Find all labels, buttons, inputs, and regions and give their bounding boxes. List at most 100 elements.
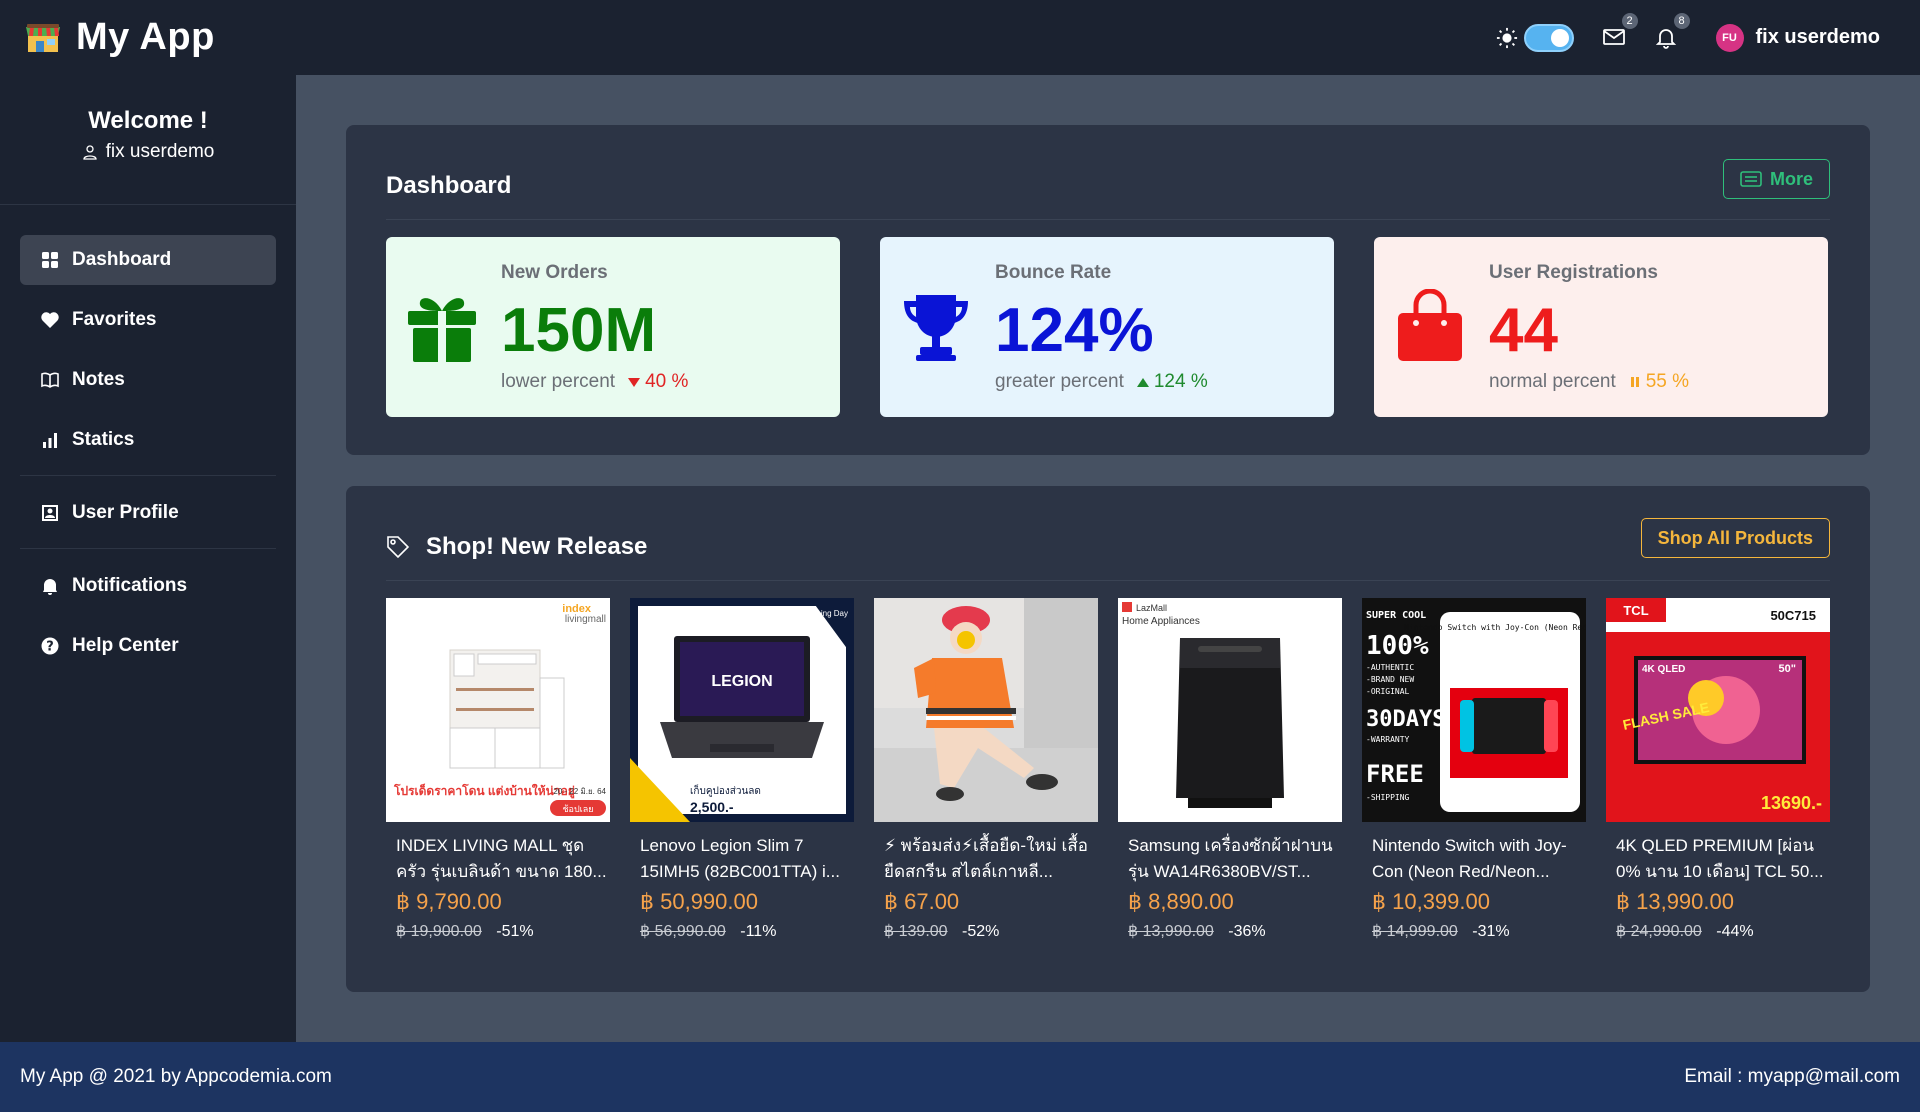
stat-change: 124 % — [1136, 371, 1208, 393]
product-old-price-row: ฿ 24,990.00 -44% — [1606, 921, 1830, 941]
product-card[interactable]: Intel Gaming Day LEGION เก็บคูปองส่วนลด … — [630, 598, 854, 941]
product-discount: -44% — [1716, 923, 1754, 940]
welcome-user: fix userdemo — [0, 141, 296, 163]
image-text-p2-event: Intel Gaming Day — [786, 609, 848, 618]
image-text-p6-brand: TCL — [1623, 603, 1648, 618]
stat-change: 40 % — [627, 371, 688, 393]
sidebar: Welcome ! fix userdemo Dashboard Favorit… — [0, 75, 296, 1042]
image-text-p6-badge: 4K QLED — [1642, 664, 1685, 675]
brand[interactable]: My App — [26, 16, 215, 59]
sidebar-item-notes[interactable]: Notes — [20, 355, 276, 405]
book-icon — [41, 372, 59, 388]
product-title: 4K QLED PREMIUM [ผ่อน 0% นาน 10 เดือน] T… — [1616, 836, 1824, 881]
avatar: FU — [1715, 23, 1744, 52]
image-text-p6-model: 50C715 — [1770, 608, 1816, 623]
product-price: ฿ 13,990.00 — [1616, 889, 1734, 914]
stat-card-user-registrations[interactable]: User Registrations 44 normal percent 55 … — [1374, 237, 1828, 417]
sidebar-item-label: Dashboard — [72, 249, 172, 270]
stat-cards: New Orders 150M lower percent 40 % Bounc… — [386, 237, 1828, 417]
stat-card-new-orders[interactable]: New Orders 150M lower percent 40 % — [386, 237, 840, 417]
envelope-icon — [1602, 28, 1625, 45]
caret-down-icon — [628, 378, 641, 387]
sidebar-item-dashboard[interactable]: Dashboard — [20, 235, 276, 285]
product-price: ฿ 10,399.00 — [1372, 889, 1490, 914]
user-icon — [82, 145, 97, 160]
image-text-p6-price: 13690.- — [1761, 793, 1822, 813]
product-discount: -36% — [1228, 923, 1266, 940]
product-card[interactable]: SUPER COOL 100% -AUTHENTIC -BRAND NEW -O… — [1362, 598, 1586, 941]
mail-count-badge: 2 — [1621, 12, 1638, 29]
footer-email[interactable]: Email : myapp@mail.com — [1684, 1066, 1900, 1088]
image-text-p5-box-title: Nintendo Switch with Joy-Con (Neon Red/B… — [1404, 623, 1586, 632]
sidebar-item-help-center[interactable]: ? Help Center — [20, 621, 276, 671]
sidebar-item-user-profile[interactable]: User Profile — [20, 488, 276, 538]
theme-toggle[interactable] — [1523, 23, 1574, 52]
sidebar-item-label: Favorites — [72, 309, 157, 330]
product-image-kitchen-cabinet[interactable]: index livingmall โปรเด็ดราคาโดน แต่งบ้าน… — [386, 598, 610, 822]
bell-icon — [1655, 28, 1676, 49]
image-text-p6-size: 50" — [1779, 663, 1796, 675]
stat-change: 55 % — [1628, 371, 1689, 393]
shop-all-products-button[interactable]: Shop All Products — [1640, 518, 1830, 558]
product-old-price: ฿ 19,900.00 — [396, 923, 482, 940]
image-text-p4-category: Home Appliances — [1122, 616, 1200, 627]
shop-header: Shop! New Release Shop All Products — [386, 518, 1830, 581]
store-icon — [26, 23, 60, 52]
product-old-price-row: ฿ 13,990.00 -36% — [1118, 921, 1342, 941]
user-menu[interactable]: FU fix userdemo — [1715, 23, 1880, 52]
notifications-button[interactable]: 8 — [1654, 12, 1690, 51]
product-card[interactable]: ⚡ พร้อมส่ง⚡เสื้อยืด-ใหม่ เสื้อยืดสกรีน ส… — [874, 598, 1098, 941]
sidebar-item-notifications[interactable]: Notifications — [20, 561, 276, 611]
shop-title: Shop! New Release — [386, 533, 647, 561]
product-card[interactable]: index livingmall โปรเด็ดราคาโดน แต่งบ้าน… — [386, 598, 610, 941]
product-old-price: ฿ 56,990.00 — [640, 923, 726, 940]
app-name: My App — [76, 16, 215, 58]
grid-icon — [42, 252, 58, 268]
product-card[interactable]: LazMall Home Appliances Samsung เครื่องซ… — [1118, 598, 1342, 941]
product-old-price-row: ฿ 14,999.00 -31% — [1362, 921, 1586, 941]
sidebar-item-label: Notes — [72, 369, 125, 390]
welcome-block: Welcome ! fix userdemo — [0, 75, 296, 205]
image-text-p1-cta: ช้อปเลย — [562, 804, 593, 814]
image-text-p5-line-8: -SHIPPING — [1366, 793, 1410, 802]
image-text-p5-line-2: -AUTHENTIC — [1366, 663, 1414, 672]
bell-icon — [43, 579, 57, 595]
user-card-icon — [42, 505, 58, 521]
product-image-game-console[interactable]: SUPER COOL 100% -AUTHENTIC -BRAND NEW -O… — [1362, 598, 1586, 822]
stat-footer: normal percent 55 % — [1489, 371, 1689, 393]
sun-icon — [1496, 27, 1517, 48]
more-button[interactable]: More — [1722, 159, 1830, 199]
pause-icon — [1630, 377, 1639, 387]
gift-icon — [408, 298, 476, 362]
stat-value: 44 — [1489, 296, 1558, 365]
stat-change-value: 124 % — [1153, 371, 1208, 392]
shop-title-text: Shop! New Release — [426, 533, 648, 560]
product-old-price: ฿ 139.00 — [884, 923, 948, 940]
stat-footer: greater percent 124 % — [995, 371, 1208, 393]
shopping-bag-icon — [1398, 289, 1462, 361]
product-list: index livingmall โปรเด็ดราคาโดน แต่งบ้าน… — [386, 598, 1830, 941]
stat-label: User Registrations — [1489, 262, 1658, 283]
sidebar-item-favorites[interactable]: Favorites — [20, 295, 276, 345]
nav-divider — [20, 475, 276, 476]
stat-caption: lower percent — [501, 371, 616, 392]
mail-button[interactable]: 2 — [1602, 12, 1638, 51]
image-text-p5-line-3: -BRAND NEW — [1366, 675, 1414, 684]
dashboard-title: Dashboard — [386, 172, 512, 199]
sidebar-item-label: Statics — [72, 429, 135, 450]
product-image-television[interactable]: TCL 50C715 4K QLED 50" FLASH SALE 13690.… — [1606, 598, 1830, 822]
stat-label: Bounce Rate — [995, 262, 1112, 283]
sidebar-item-label: Notifications — [72, 575, 188, 596]
product-title: Nintendo Switch with Joy-Con (Neon Red/N… — [1372, 836, 1567, 881]
image-text-p4-store: LazMall — [1136, 603, 1167, 613]
product-image-laptop[interactable]: Intel Gaming Day LEGION เก็บคูปองส่วนลด … — [630, 598, 854, 822]
stat-change-value: 40 % — [645, 371, 689, 392]
question-icon: ? — [41, 637, 59, 655]
sidebar-item-statics[interactable]: Statics — [20, 415, 276, 465]
product-image-tshirt-model[interactable] — [874, 598, 1098, 822]
product-card[interactable]: TCL 50C715 4K QLED 50" FLASH SALE 13690.… — [1606, 598, 1830, 941]
sidebar-item-label: User Profile — [72, 502, 179, 523]
image-text-p2-screen: LEGION — [711, 673, 772, 690]
product-image-washing-machine[interactable]: LazMall Home Appliances — [1118, 598, 1342, 822]
stat-card-bounce-rate[interactable]: Bounce Rate 124% greater percent 124 % — [880, 237, 1334, 417]
